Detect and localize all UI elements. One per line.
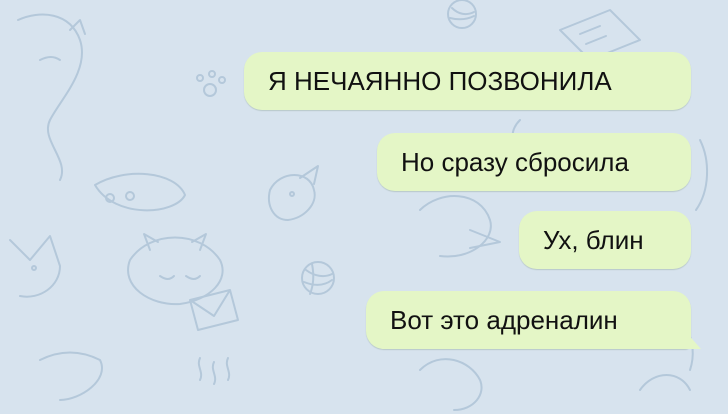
message-bubble[interactable]: Но сразу сбросила xyxy=(377,133,691,191)
message-bubble[interactable]: Я НЕЧАЯННО ПОЗВОНИЛА xyxy=(244,52,691,110)
chat-window: Я НЕЧАЯННО ПОЗВОНИЛА Но сразу сбросила У… xyxy=(0,0,728,414)
collar-doodle xyxy=(94,172,186,212)
message-text: Ух, блин xyxy=(543,225,644,255)
message-bubble[interactable]: Вот это адреналин xyxy=(366,291,691,349)
cat-doodle xyxy=(17,13,83,181)
message-text: Вот это адреналин xyxy=(390,305,618,335)
message-text: Но сразу сбросила xyxy=(401,147,629,177)
bird-doodle xyxy=(268,174,316,221)
envelope-doodle xyxy=(189,289,239,331)
message-bubble[interactable]: Ух, блин xyxy=(519,211,691,269)
sleeping-cat-doodle xyxy=(127,236,224,306)
yarn-ball-doodle xyxy=(301,261,335,295)
fox-doodle xyxy=(9,235,61,298)
message-text: Я НЕЧАЯННО ПОЗВОНИЛА xyxy=(268,66,612,96)
